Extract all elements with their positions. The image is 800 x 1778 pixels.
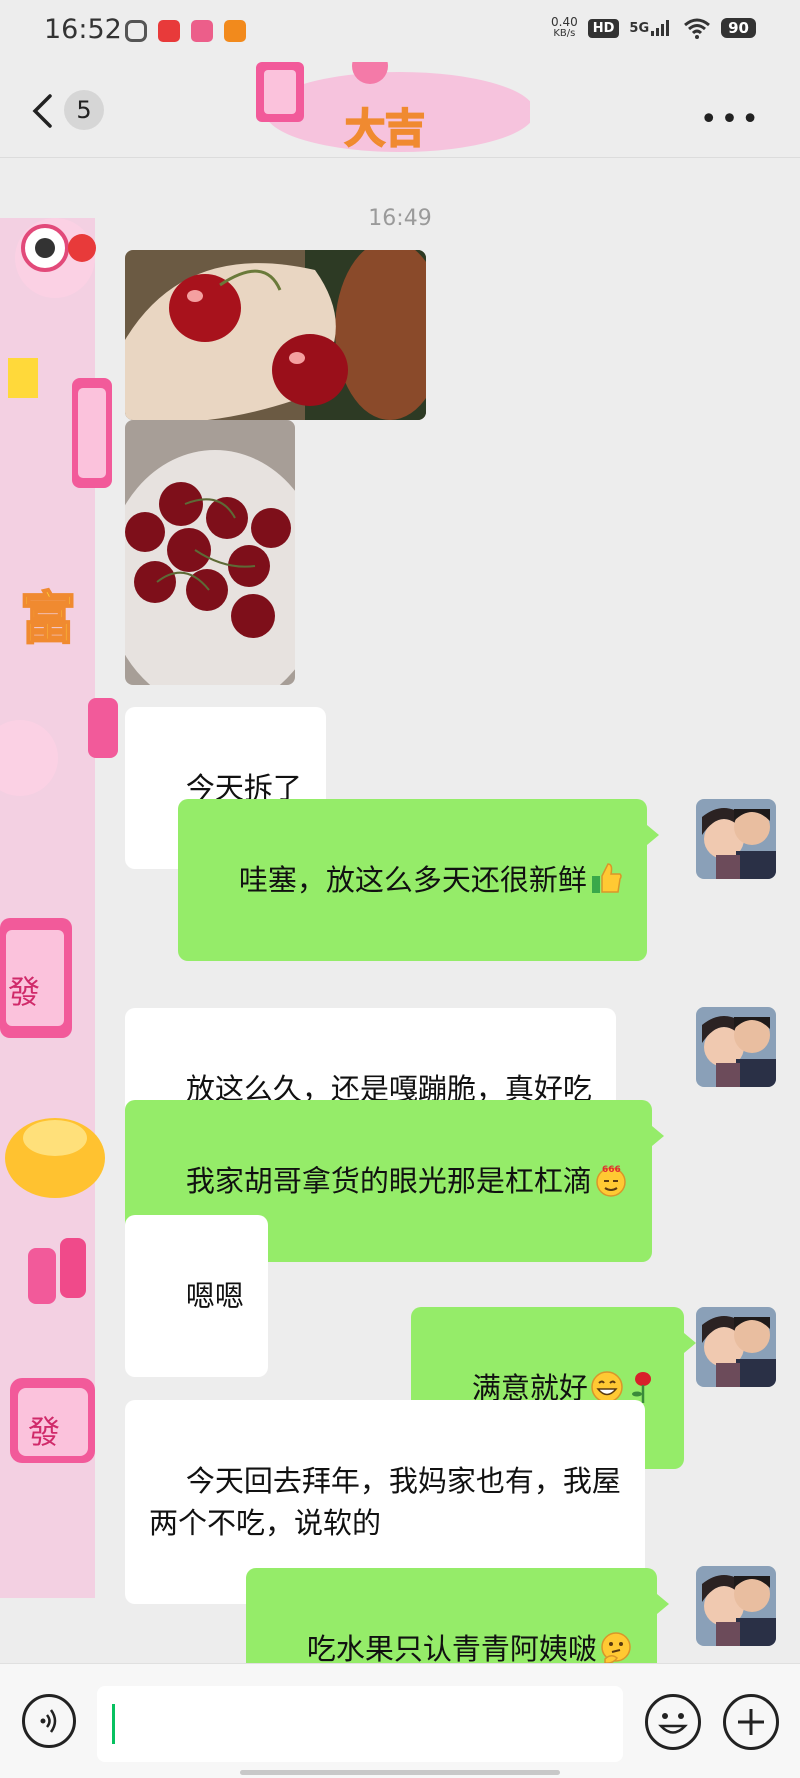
voice-input-button[interactable] bbox=[22, 1694, 76, 1748]
text-caret bbox=[112, 1704, 115, 1744]
battery-indicator: 90 bbox=[721, 18, 756, 38]
message-text: 哇塞，放这么多天还很新鲜 bbox=[238, 863, 587, 897]
smiley-face-icon bbox=[658, 1713, 688, 1734]
my-avatar[interactable] bbox=[696, 1307, 776, 1387]
svg-text:大吉: 大吉 bbox=[345, 106, 425, 152]
status-bar: 16:52 0.40 KB/s HD 5G 90 bbox=[0, 0, 800, 62]
wifi-icon bbox=[684, 18, 711, 39]
666-face-emoji-icon: 666 bbox=[596, 1165, 626, 1197]
thumbs-up-emoji-icon bbox=[591, 863, 622, 893]
status-indicators: 0.40 KB/s HD 5G 90 bbox=[551, 16, 756, 40]
thinking-face-emoji-icon bbox=[601, 1632, 631, 1663]
new-year-decoration: 大吉 bbox=[256, 62, 530, 153]
message-input-bar bbox=[0, 1663, 800, 1778]
svg-text:發: 發 bbox=[28, 1413, 60, 1451]
cellular-signal-icon: 5G bbox=[629, 20, 673, 36]
incoming-message[interactable]: 嗯嗯 bbox=[125, 1215, 268, 1377]
photo-message-cherries-hand[interactable] bbox=[125, 250, 426, 420]
cherries-in-hand-image bbox=[125, 250, 426, 420]
voice-wave-icon bbox=[40, 1709, 57, 1733]
notification-app-icon bbox=[125, 20, 147, 42]
my-avatar[interactable] bbox=[696, 799, 776, 879]
new-year-decoration: 富 發 發 bbox=[0, 218, 118, 1598]
message-timestamp: 16:49 bbox=[368, 206, 432, 231]
message-text: 嗯嗯 bbox=[185, 1279, 244, 1313]
my-avatar[interactable] bbox=[696, 1007, 776, 1087]
notification-app-icon bbox=[191, 20, 213, 42]
message-input[interactable] bbox=[97, 1686, 623, 1762]
cherries-in-bowl-image bbox=[125, 420, 295, 685]
more-options-icon[interactable]: ••• bbox=[700, 102, 762, 137]
chat-header: 大吉 5 ••• bbox=[0, 62, 800, 158]
grin-emoji-icon bbox=[591, 1371, 623, 1403]
my-avatar[interactable] bbox=[696, 1566, 776, 1646]
home-indicator[interactable] bbox=[240, 1770, 560, 1775]
photo-message-cherries-bowl[interactable] bbox=[125, 420, 295, 685]
notification-app-icon bbox=[158, 20, 180, 42]
chat-area[interactable]: 富 發 發 16:49 今天拆了 哇塞，放这么多天还很新鲜 放这么久，还是嘎蹦脆… bbox=[0, 158, 800, 1663]
more-functions-button[interactable] bbox=[723, 1694, 779, 1750]
hd-indicator: HD bbox=[587, 18, 620, 38]
outgoing-message[interactable]: 吃水果只认青青阿姨啵 bbox=[246, 1568, 669, 1663]
svg-text:發: 發 bbox=[8, 973, 40, 1011]
message-text: 今天回去拜年，我妈家也有，我屋 两个不吃，说软的 bbox=[149, 1464, 621, 1540]
status-time: 16:52 bbox=[44, 14, 122, 45]
back-arrow-icon[interactable] bbox=[30, 92, 56, 130]
message-text: 吃水果只认青青阿姨啵 bbox=[306, 1632, 597, 1663]
network-speed: 0.40 KB/s bbox=[551, 15, 578, 39]
notification-app-icon bbox=[224, 20, 246, 42]
unread-count-badge[interactable]: 5 bbox=[64, 90, 104, 130]
outgoing-message[interactable]: 哇塞，放这么多天还很新鲜 bbox=[178, 799, 659, 961]
message-text: 我家胡哥拿货的眼光那是杠杠滴 bbox=[185, 1164, 592, 1198]
emoji-button[interactable] bbox=[645, 1694, 701, 1750]
svg-text:富: 富 bbox=[20, 587, 76, 652]
svg-text:666: 666 bbox=[602, 1165, 621, 1175]
rose-emoji-icon bbox=[631, 1372, 651, 1403]
plus-icon bbox=[738, 1709, 764, 1735]
